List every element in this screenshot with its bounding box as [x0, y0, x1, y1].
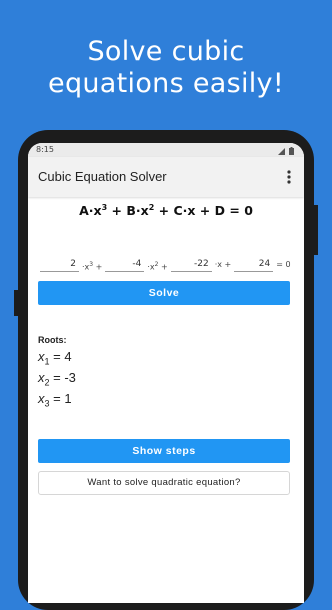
formula-part-cd: + C·x + D = 0 [154, 203, 253, 219]
root-1: x1 = 4 [38, 349, 72, 367]
coefficient-a-input[interactable]: 2 [40, 257, 79, 272]
promo-line-1: Solve cubic [87, 36, 245, 67]
quadratic-equation-button[interactable]: Want to solve quadratic equation? [38, 471, 290, 495]
root-2: x2 = -3 [38, 370, 76, 388]
coefficient-c-input[interactable]: -22 [170, 257, 212, 272]
coefficient-inputs: 2 ·x3 + -4 ·x2 + -22 ·x + 24 = 0 [40, 254, 294, 272]
equation-formula: A·x3 + B·x2 + C·x + D = 0 [28, 203, 304, 218]
status-bar: 8:15 [28, 143, 304, 157]
promo-line-2: equations easily! [48, 68, 284, 99]
app-bar: Cubic Equation Solver [28, 157, 304, 197]
coefficient-d-input[interactable]: 24 [234, 257, 274, 272]
phone-side-button [14, 290, 18, 316]
term-a-label: ·x3 + [82, 261, 103, 272]
status-time: 8:15 [36, 145, 54, 154]
app-screen: 8:15 Cubic Equation Solver A·x3 + B·x2 +… [28, 143, 304, 603]
show-steps-button[interactable]: Show steps [38, 439, 290, 463]
term-b-label: ·x2 + [147, 261, 168, 272]
app-title: Cubic Equation Solver [38, 169, 167, 184]
formula-part-b: + B·x [107, 203, 149, 219]
root-3: x3 = 1 [38, 391, 72, 409]
formula-part-a: A·x [79, 203, 102, 219]
term-d-label: = 0 [276, 260, 291, 269]
promo-headline: Solve cubic equations easily! [0, 36, 332, 100]
roots-label: Roots: [38, 335, 67, 345]
coefficient-b-input[interactable]: -4 [105, 257, 145, 272]
solve-button[interactable]: Solve [38, 281, 290, 305]
term-c-label: ·x + [214, 260, 232, 269]
phone-volume-button [314, 205, 318, 255]
more-vert-icon[interactable] [284, 167, 294, 187]
